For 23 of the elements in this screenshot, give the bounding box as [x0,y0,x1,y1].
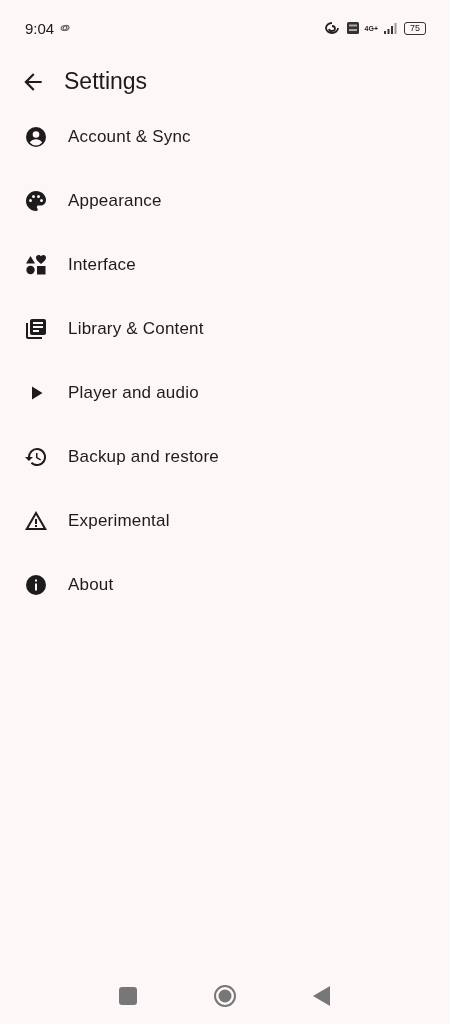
history-icon [24,445,48,469]
settings-item[interactable]: Interface [0,233,450,297]
signal-icon [384,22,398,34]
info-icon [24,573,48,597]
settings-item[interactable]: Player and audio [0,361,450,425]
library-icon [24,317,48,341]
home-button[interactable] [213,984,237,1008]
shapes-icon [24,253,48,277]
settings-item[interactable]: Appearance [0,169,450,233]
status-time: 9:04 [25,19,55,37]
settings-item[interactable]: Account & Sync [0,105,450,169]
account-icon [24,125,48,149]
palette-icon [24,189,48,213]
back-nav-button[interactable] [313,986,331,1006]
volte-icon [346,22,359,34]
settings-item[interactable]: Library & Content [0,297,450,361]
link-icon [60,24,71,32]
settings-item[interactable]: Experimental [0,489,450,553]
battery-level: 75 [404,21,426,35]
warning-icon [24,509,48,533]
page-title: Settings [64,68,148,95]
settings-item[interactable]: Backup and restore [0,425,450,489]
settings-item[interactable]: About [0,553,450,617]
